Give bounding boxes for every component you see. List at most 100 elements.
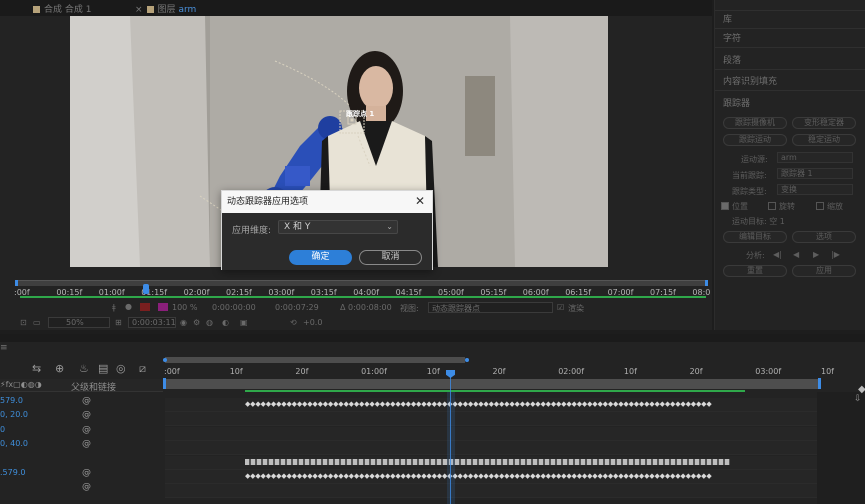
switch-icons[interactable]: ⚡fx▢◐◍◑	[0, 380, 42, 389]
pick-whip-icon[interactable]: @	[82, 396, 91, 406]
scale-checkbox[interactable]	[816, 202, 824, 210]
exposure-icon[interactable]: ◐	[222, 318, 229, 327]
cancel-button[interactable]: 取消	[359, 250, 422, 265]
warp-stabilizer-button[interactable]: 变形稳定器	[792, 117, 856, 129]
color-swatch-red[interactable]	[140, 303, 150, 311]
color-icon[interactable]: ●	[125, 302, 132, 311]
work-area-end-handle[interactable]	[818, 378, 821, 389]
out-point-handle[interactable]	[705, 280, 708, 286]
property-value[interactable]: 0	[0, 425, 5, 434]
keyframes[interactable]: ◆◆◆◆◆◆◆◆◆◆◆◆◆◆◆◆◆◆◆◆◆◆◆◆◆◆◆◆◆◆◆◆◆◆◆◆◆◆◆◆…	[245, 473, 730, 480]
frame-blending-icon[interactable]: ▤	[98, 362, 108, 375]
reset-button[interactable]: 重置	[723, 265, 787, 277]
camera-icon[interactable]: ◉	[180, 318, 187, 327]
panel-character[interactable]: 字符	[723, 31, 741, 44]
toggle-icon[interactable]: ▣	[240, 318, 248, 327]
timeline-ruler-label: 10f	[229, 367, 243, 376]
keyframes[interactable]: ◆◆◆◆◆◆◆◆◆◆◆◆◆◆◆◆◆◆◆◆◆◆◆◆◆◆◆◆◆◆◆◆◆◆◆◆◆◆◆◆…	[245, 401, 730, 408]
analyze-back-button[interactable]: ◀	[793, 250, 799, 259]
options-button[interactable]: 选项	[792, 231, 856, 243]
keyframes[interactable]	[245, 458, 730, 465]
pick-whip-icon[interactable]: @	[82, 425, 91, 435]
in-point-time[interactable]: 0:00:00:00	[212, 303, 256, 312]
in-point-handle[interactable]	[15, 280, 18, 286]
layer-property-row[interactable]: @	[0, 482, 163, 496]
tab-composition[interactable]: 合成 合成 1	[33, 2, 91, 15]
shy-layers-icon[interactable]: ♨	[79, 362, 89, 375]
track-type-select[interactable]: 变换	[777, 184, 853, 195]
snapshot-icon[interactable]: ǂ	[112, 303, 116, 312]
pick-whip-icon[interactable]: @	[82, 439, 91, 449]
color-management-icon[interactable]: ◍	[206, 318, 213, 327]
position-label: 位置	[732, 202, 748, 211]
color-swatch-magenta[interactable]	[158, 303, 168, 311]
analyze-back-all-button[interactable]: ◀|	[773, 250, 782, 259]
zoom-percent[interactable]: 100 %	[172, 303, 197, 312]
ok-button[interactable]: 确定	[289, 250, 352, 265]
graph-editor-icon[interactable]: ⧄	[139, 362, 146, 376]
exposure-value[interactable]: +0.0	[303, 318, 322, 327]
layer-property-row[interactable]: 0 @	[0, 425, 163, 439]
keyframe-track[interactable]	[165, 426, 817, 441]
panel-paragraph[interactable]: 段落	[723, 53, 741, 66]
pick-whip-icon[interactable]: @	[82, 482, 91, 492]
zoom-start-handle[interactable]	[163, 358, 167, 362]
layer-property-row[interactable]	[0, 454, 163, 468]
layer-time-ruler[interactable]: :00f 00:15f 01:00f 01:15f 02:00f 02:15f 03:00f…	[14, 280, 710, 300]
panel-library[interactable]: 库	[723, 12, 732, 25]
keyframe-track[interactable]	[165, 441, 817, 456]
exposure-reset-icon[interactable]: ⟲	[290, 318, 297, 327]
draft-3d-icon[interactable]: ⊕	[55, 362, 64, 375]
analyze-forward-all-button[interactable]: |▶	[831, 250, 840, 259]
panel-content-aware-fill[interactable]: 内容识别填充	[723, 74, 777, 87]
apply-button[interactable]: 应用	[792, 265, 856, 277]
zoom-end-handle[interactable]	[465, 358, 469, 362]
marker-drop-icon[interactable]: ⇩	[854, 394, 862, 404]
panel-tracker[interactable]: 跟踪器	[723, 96, 750, 109]
stabilize-motion-button[interactable]: 稳定运动	[792, 134, 856, 146]
keyframe-track[interactable]	[165, 455, 817, 470]
motion-blur-icon[interactable]: ◎	[116, 362, 126, 375]
layer-duration-bar	[20, 296, 706, 298]
pick-whip-icon[interactable]: @	[82, 410, 91, 420]
work-area-start-handle[interactable]	[163, 378, 166, 389]
timeline-zoom-bar[interactable]	[165, 357, 465, 363]
apply-dimensions-select[interactable]: X 和 Y ⌄	[278, 220, 398, 234]
out-point-time[interactable]: 0:00:07:29	[275, 303, 319, 312]
monitor-icon[interactable]: ▭	[33, 318, 41, 327]
property-value[interactable]: .579.0	[0, 468, 25, 477]
pick-whip-icon[interactable]: @	[82, 468, 91, 478]
track-motion-button[interactable]: 跟踪运动	[723, 134, 787, 146]
viewer-toolbar-primary: ǂ ● 100 % 0:00:00:00 0:00:07:29 Δ 0:00:0…	[0, 300, 712, 315]
render-checkbox[interactable]: ☑	[557, 303, 564, 312]
analyze-forward-button[interactable]: ▶	[813, 250, 819, 259]
region-icon[interactable]: ⊡	[20, 318, 27, 327]
tab-layer[interactable]: × 图层 arm	[135, 2, 196, 15]
current-time-indicator[interactable]	[143, 284, 149, 294]
layer-property-row[interactable]: .579.0 @	[0, 468, 163, 482]
position-checkbox[interactable]	[721, 202, 729, 210]
property-value[interactable]: 0, 20.0	[0, 410, 28, 419]
layer-property-row[interactable]: 0, 40.0 @	[0, 439, 163, 453]
layer-property-row[interactable]: 0, 20.0 @	[0, 410, 163, 424]
time-ruler-bar[interactable]	[16, 280, 708, 286]
close-icon[interactable]: ✕	[414, 195, 426, 207]
comp-mini-flowchart-icon[interactable]: ⇆	[32, 362, 41, 375]
motion-source-select[interactable]: arm	[777, 152, 853, 163]
tab-close-icon[interactable]: ×	[135, 5, 143, 15]
layer-property-row[interactable]: 579.0 @	[0, 396, 163, 410]
work-area-bar[interactable]	[165, 379, 820, 389]
property-value[interactable]: 579.0	[0, 396, 23, 405]
keyframe-track[interactable]	[165, 412, 817, 427]
keyframe-track[interactable]: ◆◆◆◆◆◆◆◆◆◆◆◆◆◆◆◆◆◆◆◆◆◆◆◆◆◆◆◆◆◆◆◆◆◆◆◆◆◆◆◆…	[165, 398, 817, 412]
current-time-indicator[interactable]	[446, 370, 455, 378]
track-camera-button[interactable]: 跟踪摄像机	[723, 117, 787, 129]
keyframe-track[interactable]: ◆◆◆◆◆◆◆◆◆◆◆◆◆◆◆◆◆◆◆◆◆◆◆◆◆◆◆◆◆◆◆◆◆◆◆◆◆◆◆◆…	[165, 470, 817, 484]
channel-icon[interactable]: ⚙	[193, 318, 200, 327]
rotation-checkbox[interactable]	[768, 202, 776, 210]
property-value[interactable]: 0, 40.0	[0, 439, 28, 448]
edit-target-button[interactable]: 编辑目标	[723, 231, 787, 243]
keyframe-track[interactable]	[165, 484, 817, 499]
current-track-select[interactable]: 跟踪器 1	[777, 168, 853, 179]
grid-icon[interactable]: ⊞	[115, 318, 122, 327]
